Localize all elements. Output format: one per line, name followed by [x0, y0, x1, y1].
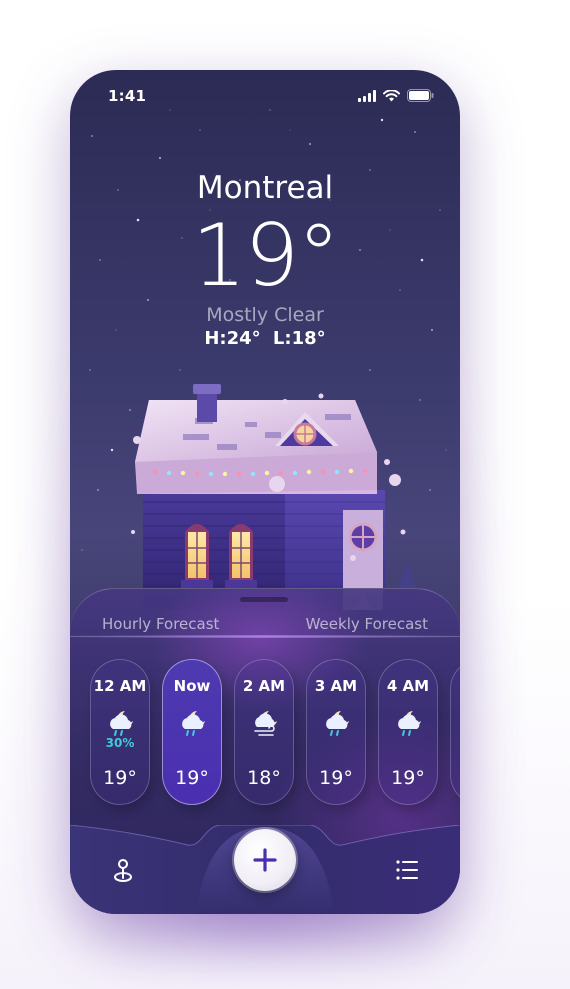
hourly-card[interactable]: 12 AM 30% 19°	[90, 659, 150, 805]
page: 1:41 Montreal 19° Mostly Clear H:24° L:1…	[0, 0, 570, 989]
hourly-card-time: 12 AM	[93, 677, 147, 695]
current-temperature: 19°	[191, 206, 340, 306]
tab-bar	[70, 825, 460, 914]
hourly-card[interactable]: 4 AM 19°	[378, 659, 438, 805]
tab-hourly-forecast[interactable]: Hourly Forecast	[102, 615, 219, 633]
hourly-card-time: 2 AM	[242, 677, 286, 695]
hourly-card-time: 3 AM	[314, 677, 358, 695]
hourly-card-temperature: 18°	[247, 767, 281, 789]
hourly-card-time: Now	[173, 677, 211, 695]
cloud-moon-wind-icon	[254, 711, 277, 736]
cellular-signal-icon	[358, 89, 376, 102]
wifi-icon	[383, 89, 400, 101]
hourly-card-precipitation: 30%	[105, 736, 135, 750]
house-illustration	[131, 384, 421, 610]
status-icons	[358, 89, 434, 102]
hourly-card-temperature: 19°	[391, 767, 425, 789]
plus-icon	[253, 848, 277, 872]
hourly-card-now[interactable]: Now 19°	[162, 659, 222, 805]
hourly-card-time: 4 AM	[386, 677, 430, 695]
cloud-moon-rain-icon	[326, 711, 349, 736]
tab-divider-highlight	[70, 635, 460, 638]
phone-screen: 1:41 Montreal 19° Mostly Clear H:24° L:1…	[70, 70, 460, 914]
weather-condition: Mostly Clear	[206, 304, 324, 326]
sheet-grabber[interactable]	[240, 597, 288, 602]
high-low-temperature: H:24° L:18°	[204, 328, 326, 349]
add-button[interactable]	[234, 829, 296, 891]
cloud-moon-rain-icon	[182, 711, 205, 736]
cloud-moon-rain-icon	[398, 711, 421, 736]
map-pin-icon[interactable]	[106, 853, 140, 887]
status-time: 1:41	[108, 87, 147, 105]
forecast-sheet[interactable]: Hourly Forecast Weekly Forecast 12 AM 30…	[70, 588, 460, 914]
hourly-card[interactable]: 2 AM 18°	[234, 659, 294, 805]
hourly-card-temperature: 19°	[175, 767, 209, 789]
status-bar: 1:41	[70, 70, 460, 120]
tab-weekly-forecast[interactable]: Weekly Forecast	[306, 615, 428, 633]
battery-icon	[407, 89, 434, 102]
location-title: Montreal	[196, 170, 334, 206]
hourly-card-temperature: 19°	[319, 767, 353, 789]
hourly-card-temperature: 19°	[103, 767, 137, 789]
hourly-card-partial[interactable]	[450, 659, 460, 805]
list-icon[interactable]	[390, 853, 424, 887]
hourly-card[interactable]: 3 AM 19°	[306, 659, 366, 805]
cloud-moon-rain-icon	[110, 711, 133, 736]
